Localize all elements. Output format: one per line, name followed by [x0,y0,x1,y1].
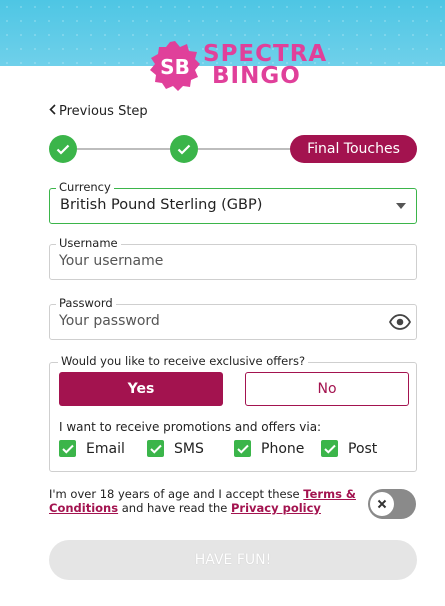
password-field: Password [49,296,417,340]
checkbox-checked-icon [59,440,76,457]
privacy-link[interactable]: Privacy policy [231,501,321,515]
terms-prefix: I'm over 18 years of age and I accept th… [49,487,304,501]
offers-channel-list: Email SMS Phone Post [59,440,409,462]
username-field: Username [49,236,417,280]
previous-step-label: Previous Step [59,104,148,119]
check-icon [56,144,70,155]
step-1-complete [49,135,77,163]
phone-label: Phone [261,440,305,457]
close-icon [377,499,387,509]
stepper-line-1 [77,148,170,150]
toggle-knob [370,492,394,516]
terms-middle: and have read the [118,501,231,515]
sms-checkbox[interactable]: SMS [147,440,204,457]
offers-yes-button[interactable]: Yes [59,372,223,406]
checkbox-checked-icon [234,440,251,457]
offers-fieldset: Would you like to receive exclusive offe… [49,354,417,472]
offers-no-button[interactable]: No [245,372,409,406]
previous-step-link[interactable]: Previous Step [49,104,148,119]
email-label: Email [86,440,125,457]
dropdown-caret-icon [396,203,406,209]
post-label: Post [348,440,378,457]
stepper-line-2 [198,148,290,150]
terms-toggle[interactable] [368,489,416,519]
post-checkbox[interactable]: Post [321,440,377,457]
terms-text: I'm over 18 years of age and I accept th… [49,487,365,515]
currency-value: British Pound Sterling (GBP) [60,197,263,213]
currency-select[interactable]: Currency British Pound Sterling (GBP) [49,180,417,224]
phone-checkbox[interactable]: Phone [234,440,304,457]
password-input[interactable] [59,311,379,331]
sms-label: SMS [174,440,204,457]
chevron-left-icon [49,104,56,119]
check-icon [177,144,191,155]
spectra-bingo-logo: SB SPECTRA BINGO [149,38,326,91]
username-input[interactable] [59,251,379,271]
email-checkbox[interactable]: Email [59,440,125,457]
logo-badge-text: SB [160,55,190,79]
password-label: Password [56,296,116,310]
step-2-complete [170,135,198,163]
offers-channels-text: I want to receive promotions and offers … [59,420,322,434]
progress-stepper: Final Touches [49,134,417,164]
offers-question: Would you like to receive exclusive offe… [58,354,309,368]
step-final-touches: Final Touches [290,135,417,163]
currency-label: Currency [56,180,114,194]
show-password-eye-icon[interactable] [389,313,411,331]
have-fun-button[interactable]: HAVE FUN! [49,540,417,580]
logo-badge-icon: SB [150,41,200,91]
logo-text-bingo: BINGO [212,63,301,89]
checkbox-checked-icon [147,440,164,457]
username-label: Username [56,236,121,250]
checkbox-checked-icon [321,440,338,457]
